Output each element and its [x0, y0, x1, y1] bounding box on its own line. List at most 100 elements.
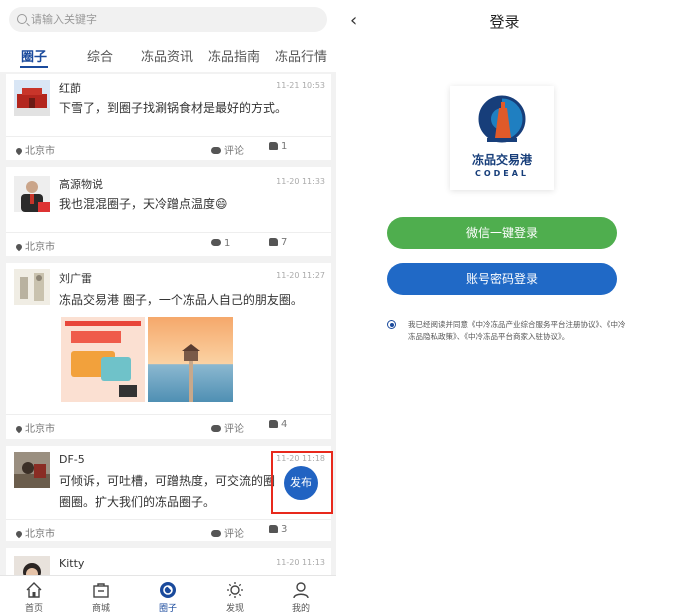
nav-circle-label: 圈子 [158, 604, 177, 614]
post-author[interactable]: DF-5 [59, 453, 85, 466]
page-title: 登录 [489, 13, 520, 31]
nav-profile-label: 我的 [291, 604, 310, 614]
circle-feed-screen: 请输入关键字 圈子 综合 冻品资讯 冻品指南 冻品行情 红莭 11-21 10:… [0, 0, 336, 614]
like-button[interactable]: 4 [269, 419, 287, 430]
comment-label: 评论 [224, 424, 244, 435]
comment-icon [211, 425, 221, 432]
post-location: 北京市 [14, 525, 55, 540]
tab-active-indicator [20, 66, 48, 68]
nav-circle[interactable]: 圈子 [138, 576, 198, 614]
nav-discover-label: 发现 [225, 604, 244, 614]
location-pin-icon [14, 424, 24, 434]
comment-button[interactable]: 评论 [211, 420, 244, 435]
comment-icon [211, 530, 221, 537]
post-card[interactable]: Kitty 11-20 11:13 [6, 548, 331, 575]
search-input[interactable]: 请输入关键字 [9, 7, 327, 32]
nav-home[interactable]: 首页 [4, 576, 64, 614]
location-pin-icon [14, 242, 24, 252]
like-count: 3 [281, 524, 288, 535]
search-icon [17, 14, 27, 24]
post-location: 北京市 [14, 142, 55, 157]
logo-text-english: CODEAL [474, 169, 530, 178]
post-footer: 北京市 评论 4 [6, 414, 331, 436]
comment-label: 评论 [224, 146, 244, 157]
agreement-radio[interactable] [387, 320, 396, 329]
avatar[interactable] [14, 452, 50, 488]
tab-general[interactable]: 综合 [87, 46, 113, 65]
comment-label: 评论 [224, 529, 244, 540]
comment-count: 1 [224, 238, 231, 249]
tab-circle[interactable]: 圈子 [21, 46, 47, 65]
bottom-navigation: 首页 商城 圈子 发现 我的 [0, 575, 336, 614]
post-text: 冻品交易港 圈子，一个冻品人自己的朋友圈。 [59, 293, 303, 307]
post-text: 我也混混圈子，天冷蹭点温度😄 [59, 197, 228, 211]
avatar[interactable] [14, 176, 50, 212]
post-time: 11-20 11:13 [276, 558, 325, 567]
like-count: 4 [281, 419, 288, 430]
thumbs-up-icon [269, 142, 278, 150]
like-button[interactable]: 7 [269, 237, 287, 248]
highlight-box [271, 451, 333, 514]
post-author[interactable]: 红莭 [59, 80, 81, 96]
post-location: 北京市 [14, 238, 55, 253]
post-card[interactable]: 高源物说 11-20 11:33 我也混混圈子，天冷蹭点温度😄 北京市 1 7 [6, 167, 331, 256]
like-button[interactable]: 3 [269, 524, 287, 535]
nav-home-label: 首页 [24, 604, 43, 614]
post-time: 11-21 10:53 [276, 81, 325, 90]
location-label: 北京市 [25, 529, 55, 540]
app-logo: 冻品交易港 CODEAL [450, 86, 554, 190]
location-label: 北京市 [25, 242, 55, 253]
nav-profile[interactable]: 我的 [271, 576, 331, 614]
location-label: 北京市 [25, 424, 55, 435]
avatar[interactable] [14, 269, 50, 305]
post-footer: 北京市 评论 3 [6, 519, 331, 541]
post-text: 下雪了，到圈子找涮锅食材是最好的方式。 [59, 101, 288, 115]
avatar[interactable] [14, 556, 50, 575]
login-screen: ‹ 登录 冻品交易港 CODEAL 微信一键登录 账号密码登录 我已经阅读并同意… [336, 0, 673, 614]
post-time: 11-20 11:33 [276, 177, 325, 186]
like-count: 7 [281, 237, 288, 248]
tab-market[interactable]: 冻品行情 [275, 46, 327, 65]
post-image[interactable] [61, 317, 145, 402]
comment-icon [211, 147, 221, 154]
account-login-button[interactable]: 账号密码登录 [387, 263, 617, 295]
category-tabs: 圈子 综合 冻品资讯 冻品指南 冻品行情 [0, 40, 336, 72]
nav-discover[interactable]: 发现 [205, 576, 265, 614]
discover-icon [227, 582, 243, 598]
post-card[interactable]: 刘广雷 11-20 11:27 冻品交易港 圈子，一个冻品人自己的朋友圈。 北京… [6, 263, 331, 439]
location-label: 北京市 [25, 146, 55, 157]
like-count: 1 [281, 141, 288, 152]
post-author[interactable]: 刘广雷 [59, 270, 92, 286]
agreement-text[interactable]: 我已经阅读并同意《中冷冻品产业综合服务平台注册协议》、《中冷冻品隐私政策》、《中… [408, 319, 628, 343]
home-icon [26, 582, 42, 598]
post-card[interactable]: 红莭 11-21 10:53 下雪了，到圈子找涮锅食材是最好的方式。 北京市 评… [6, 74, 331, 160]
comment-button[interactable]: 1 [211, 238, 230, 249]
profile-icon [293, 582, 309, 599]
thumbs-up-icon [269, 238, 278, 246]
nav-shop[interactable]: 商城 [71, 576, 131, 614]
logo-emblem [478, 95, 526, 143]
post-footer: 北京市 1 7 [6, 232, 331, 254]
post-author[interactable]: 高源物说 [59, 176, 103, 192]
like-button[interactable]: 1 [269, 141, 287, 152]
nav-shop-label: 商城 [91, 604, 110, 614]
search-placeholder: 请输入关键字 [31, 13, 97, 26]
logo-text-chinese: 冻品交易港 [471, 153, 532, 167]
avatar[interactable] [14, 80, 50, 116]
comment-button[interactable]: 评论 [211, 142, 244, 157]
search-bar: 请输入关键字 [0, 0, 336, 40]
tab-guide[interactable]: 冻品指南 [208, 46, 260, 65]
shop-icon [93, 583, 109, 598]
post-location: 北京市 [14, 420, 55, 435]
post-author[interactable]: Kitty [59, 557, 84, 570]
post-image[interactable] [148, 317, 233, 402]
comment-icon [211, 239, 221, 246]
post-footer: 北京市 评论 1 [6, 136, 331, 158]
location-pin-icon [14, 529, 24, 539]
wechat-login-button[interactable]: 微信一键登录 [387, 217, 617, 249]
tab-news[interactable]: 冻品资讯 [141, 46, 193, 65]
comment-button[interactable]: 评论 [211, 525, 244, 540]
circle-icon [160, 582, 176, 598]
thumbs-up-icon [269, 420, 278, 428]
thumbs-up-icon [269, 525, 278, 533]
